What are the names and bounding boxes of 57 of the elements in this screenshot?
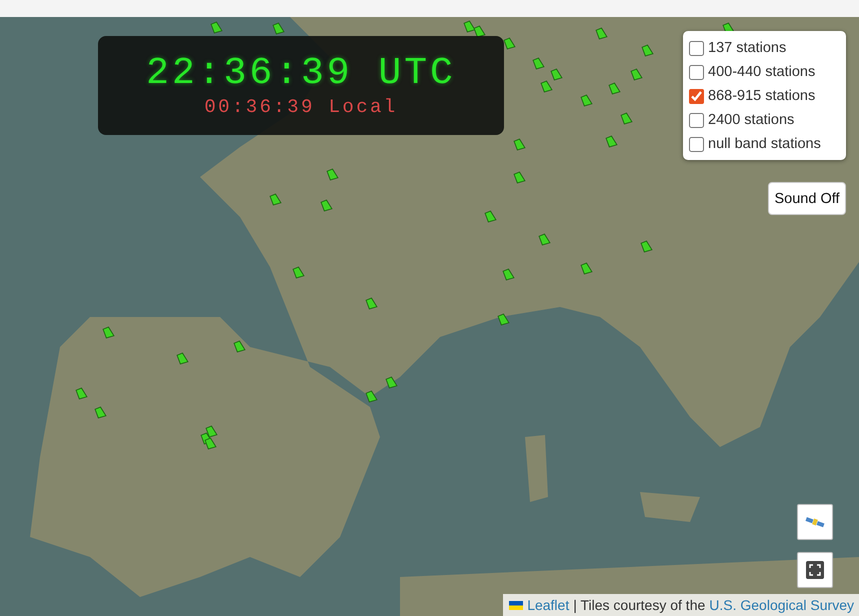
fullscreen-icon <box>806 561 824 579</box>
attribution-text: | Tiles courtesy of the <box>573 597 706 613</box>
antenna-marker-icon[interactable] <box>608 82 621 95</box>
antenna-marker-icon[interactable] <box>484 210 497 223</box>
antenna-marker-icon[interactable] <box>365 297 378 310</box>
antenna-marker-icon[interactable] <box>580 262 593 275</box>
layer-label: 2400 stations <box>708 112 794 128</box>
antenna-marker-icon[interactable] <box>630 68 643 81</box>
layer-checkbox[interactable] <box>689 40 704 56</box>
layer-label: 400-440 stations <box>708 64 816 80</box>
leaflet-link[interactable]: Leaflet <box>527 597 570 613</box>
antenna-marker-icon[interactable] <box>205 425 218 438</box>
satellite-icon <box>805 515 825 529</box>
satellite-button[interactable] <box>797 504 833 540</box>
layer-checkbox[interactable] <box>689 136 704 152</box>
flag-icon <box>509 600 524 610</box>
antenna-marker-icon[interactable] <box>176 352 189 365</box>
antenna-marker-icon[interactable] <box>503 37 516 50</box>
antenna-marker-icon[interactable] <box>320 199 333 212</box>
antenna-marker-icon[interactable] <box>540 80 553 93</box>
antenna-marker-icon[interactable] <box>550 68 563 81</box>
antenna-marker-icon[interactable] <box>292 266 305 279</box>
antenna-marker-icon[interactable] <box>580 94 593 107</box>
layer-label: 137 stations <box>708 40 786 56</box>
antenna-marker-icon[interactable] <box>463 20 476 33</box>
antenna-marker-icon[interactable] <box>513 171 526 184</box>
antenna-marker-icon[interactable] <box>640 240 653 253</box>
layer-checkbox[interactable] <box>689 88 704 104</box>
source-link[interactable]: U.S. Geological Survey <box>709 597 854 613</box>
antenna-marker-icon[interactable] <box>233 340 246 353</box>
sound-toggle-button[interactable]: Sound Off <box>768 182 846 215</box>
antenna-marker-icon[interactable] <box>595 27 608 40</box>
layer-label: null band stations <box>708 136 821 152</box>
layer-label: 868-915 stations <box>708 88 816 104</box>
antenna-marker-icon[interactable] <box>641 44 654 57</box>
utc-time: 22:36:39 UTC <box>146 53 456 95</box>
local-time: 00:36:39 Local <box>204 96 398 118</box>
antenna-marker-icon[interactable] <box>204 437 217 450</box>
antenna-marker-icon[interactable] <box>620 112 633 125</box>
antenna-marker-icon[interactable] <box>326 168 339 181</box>
antenna-marker-icon[interactable] <box>94 406 107 419</box>
layer-checkbox[interactable] <box>689 64 704 80</box>
antenna-marker-icon[interactable] <box>538 233 551 246</box>
antenna-marker-icon[interactable] <box>210 21 223 34</box>
antenna-marker-icon[interactable] <box>502 268 515 281</box>
antenna-marker-icon[interactable] <box>102 326 115 339</box>
antenna-marker-icon[interactable] <box>269 193 282 206</box>
antenna-marker-icon[interactable] <box>532 57 545 70</box>
antenna-marker-icon[interactable] <box>473 25 486 38</box>
layer-checkbox[interactable] <box>689 112 704 128</box>
fullscreen-button[interactable] <box>797 552 833 588</box>
antenna-marker-icon[interactable] <box>605 135 618 148</box>
antenna-marker-icon[interactable] <box>513 138 526 151</box>
antenna-marker-icon[interactable] <box>385 376 398 389</box>
antenna-marker-icon[interactable] <box>365 390 378 403</box>
antenna-marker-icon[interactable] <box>75 387 88 400</box>
antenna-marker-icon[interactable] <box>497 313 510 326</box>
